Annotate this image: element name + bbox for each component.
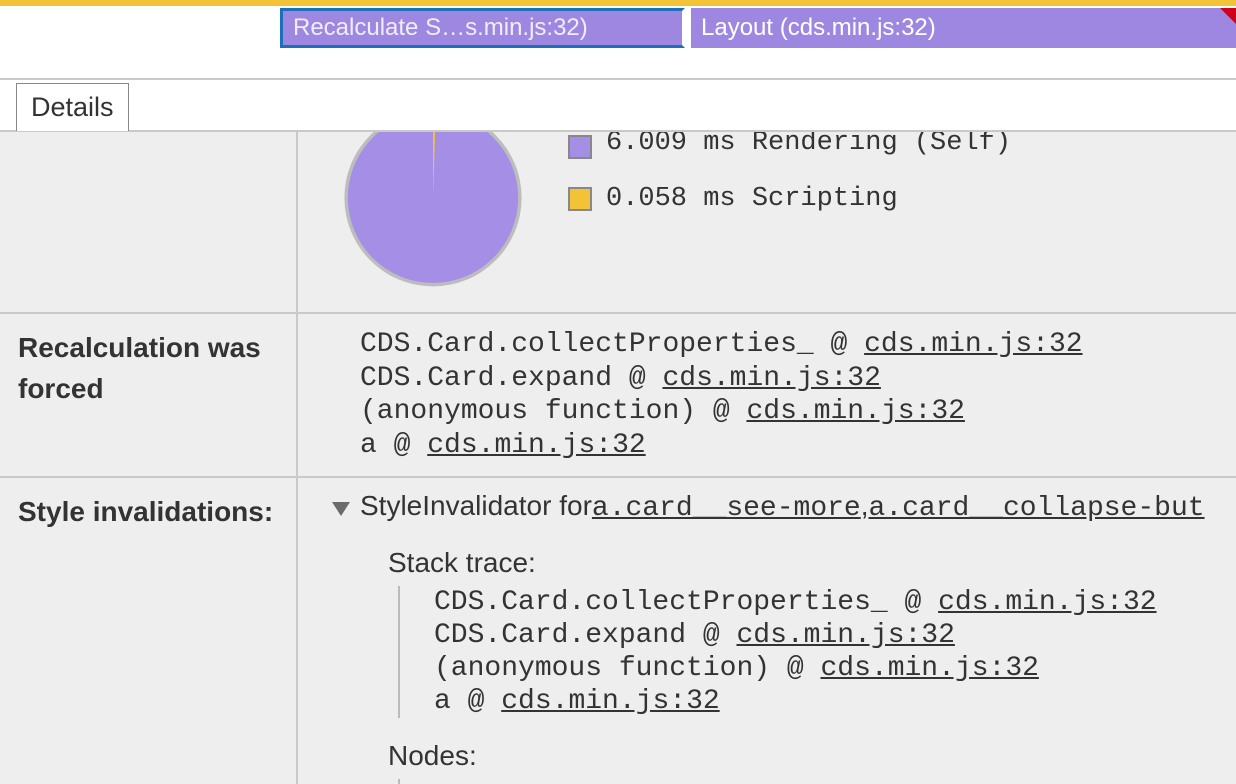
source-link[interactable]: cds.min.js:32 [501, 686, 719, 717]
stack-at: @ [377, 430, 427, 461]
style-invalidator-item: StyleInvalidator for a.card__see-more , … [298, 478, 1236, 784]
stack-frame: CDS.Card.expand @ cds.min.js:32 [360, 362, 1236, 396]
invalidator-prefix: StyleInvalidator for [360, 486, 592, 525]
stack-frame: a @ cds.min.js:32 [434, 685, 1236, 718]
invalidator-stack-trace: CDS.Card.collectProperties_ @ cds.min.js… [398, 586, 1236, 718]
details-panel: 6.009 ms Rendering (Self) 0.058 ms Scrip… [0, 132, 1236, 784]
legend-text: 6.009 ms Rendering (Self) [606, 132, 1011, 158]
tab-details[interactable]: Details [16, 83, 129, 131]
flame-event-recalculate-style[interactable]: Recalculate S…s.min.js:32) [280, 8, 685, 48]
stack-at: @ [612, 363, 662, 394]
source-link[interactable]: cds.min.js:32 [427, 430, 645, 461]
stack-fn: a [434, 686, 451, 717]
legend-item-scripting: 0.058 ms Scripting [568, 184, 1011, 214]
stack-at: @ [770, 653, 820, 684]
stack-frame: a @ cds.min.js:32 [360, 429, 1236, 463]
source-link[interactable]: cds.min.js:32 [662, 363, 880, 394]
stack-at: @ [814, 329, 864, 360]
stack-fn: CDS.Card.collectProperties_ [360, 329, 814, 360]
style-invalidations-row: Style invalidations: StyleInvalidator fo… [0, 478, 1236, 784]
forced-stack-trace: CDS.Card.collectProperties_ @ cds.min.js… [298, 314, 1236, 476]
aggregated-time-row: 6.009 ms Rendering (Self) 0.058 ms Scrip… [0, 132, 1236, 314]
selector-link[interactable]: a.card__see-more [592, 489, 861, 528]
flame-warning-corner-icon [1220, 8, 1236, 24]
pie-chart [298, 132, 568, 312]
stack-fn: (anonymous function) [434, 653, 770, 684]
stack-at: @ [451, 686, 501, 717]
stack-fn: a [360, 430, 377, 461]
stack-fn: CDS.Card.expand [360, 363, 612, 394]
stack-fn: (anonymous function) [360, 396, 696, 427]
flame-event-layout[interactable]: Layout (cds.min.js:32) [691, 8, 1236, 48]
legend-text: 0.058 ms Scripting [606, 184, 898, 214]
style-invalidations-label: Style invalidations: [0, 478, 298, 784]
source-link[interactable]: cds.min.js:32 [864, 329, 1082, 360]
stack-at: @ [888, 587, 938, 618]
nodes-heading: Nodes: [388, 736, 1236, 775]
stack-frame: CDS.Card.collectProperties_ @ cds.min.js… [360, 328, 1236, 362]
source-link[interactable]: cds.min.js:32 [746, 396, 964, 427]
flame-top-accent [0, 0, 1236, 6]
flame-event-label: Layout (cds.min.js:32) [701, 14, 936, 42]
chevron-down-icon[interactable] [332, 502, 350, 516]
stack-frame: (anonymous function) @ cds.min.js:32 [360, 395, 1236, 429]
stack-fn: CDS.Card.expand [434, 620, 686, 651]
invalidator-nodes: a.card__see-more, a.card__collapse-butto… [398, 779, 1236, 784]
source-link[interactable]: cds.min.js:32 [820, 653, 1038, 684]
stack-trace-heading: Stack trace: [388, 543, 1236, 582]
pie-legend: 6.009 ms Rendering (Self) 0.058 ms Scrip… [568, 132, 1011, 236]
recalculation-forced-label: Recalculation was forced [0, 314, 298, 476]
swatch-rendering-icon [568, 135, 592, 159]
stack-at: @ [686, 620, 736, 651]
stack-at: @ [696, 396, 746, 427]
flame-chart[interactable]: Recalculate S…s.min.js:32) Layout (cds.m… [0, 0, 1236, 52]
stack-frame: CDS.Card.collectProperties_ @ cds.min.js… [434, 586, 1236, 619]
source-link[interactable]: cds.min.js:32 [736, 620, 954, 651]
selector-link[interactable]: a.card__collapse-but [869, 489, 1205, 528]
stack-frame: (anonymous function) @ cds.min.js:32 [434, 652, 1236, 685]
flame-event-label: Recalculate S…s.min.js:32) [293, 14, 588, 42]
source-link[interactable]: cds.min.js:32 [938, 587, 1156, 618]
aggregated-time-label [0, 132, 298, 312]
stack-frame: CDS.Card.expand @ cds.min.js:32 [434, 619, 1236, 652]
recalculation-forced-row: Recalculation was forced CDS.Card.collec… [0, 314, 1236, 478]
swatch-scripting-icon [568, 187, 592, 211]
stack-fn: CDS.Card.collectProperties_ [434, 587, 888, 618]
legend-item-rendering: 6.009 ms Rendering (Self) [568, 132, 1011, 162]
selector-sep: , [861, 486, 869, 525]
details-tabs: Details [0, 80, 1236, 132]
